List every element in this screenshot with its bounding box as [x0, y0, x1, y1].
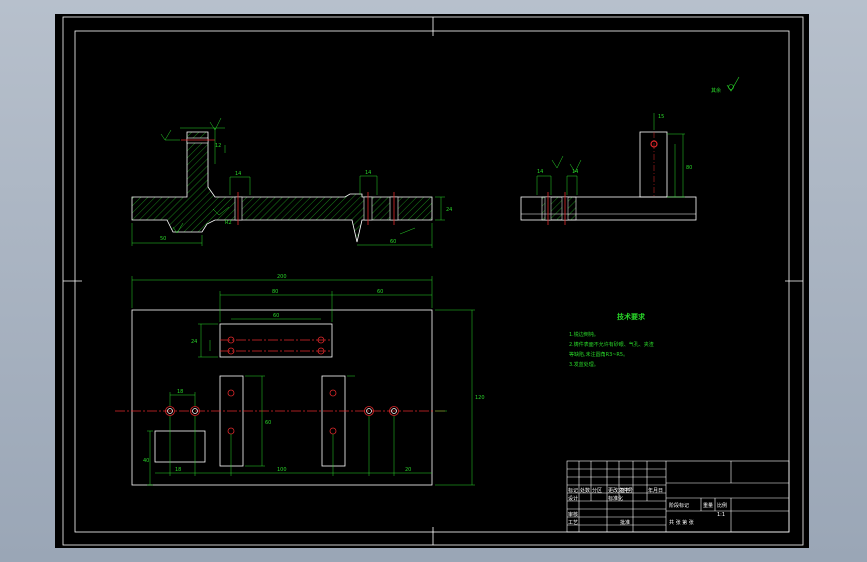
plan-view-dimensions — [131, 276, 475, 486]
svg-text:14: 14 — [537, 169, 543, 175]
svg-text:审核: 审核 — [568, 511, 578, 518]
svg-text:14: 14 — [235, 171, 241, 177]
svg-text:标记: 标记 — [568, 487, 578, 494]
svg-text:120: 120 — [475, 395, 485, 401]
svg-text:24: 24 — [446, 207, 452, 213]
plan-view — [115, 309, 445, 486]
svg-text:60: 60 — [390, 239, 396, 245]
svg-text:标准化: 标准化 — [608, 495, 623, 502]
front-section-view — [131, 131, 433, 243]
svg-text:80: 80 — [272, 289, 278, 295]
centering-marks — [63, 17, 803, 545]
side-view-dimensions — [536, 113, 685, 198]
svg-text:批准: 批准 — [620, 519, 630, 526]
svg-text:分区: 分区 — [592, 487, 602, 494]
svg-text:处数: 处数 — [580, 487, 590, 494]
svg-text:200: 200 — [277, 274, 287, 280]
cad-drawing: 14 14 50 60 24 12 R2 15 80 14 14 其余 200 … — [62, 16, 804, 546]
svg-text:80: 80 — [686, 165, 692, 171]
svg-text:60: 60 — [273, 313, 279, 319]
svg-text:设计: 设计 — [568, 495, 578, 502]
svg-text:1.锐边倒钝。: 1.锐边倒钝。 — [569, 331, 599, 338]
svg-text:工艺: 工艺 — [568, 520, 578, 526]
side-view-dim-text: 15 80 14 14 — [537, 114, 692, 175]
roughness-note: 其余 — [711, 76, 740, 94]
svg-text:15: 15 — [658, 114, 664, 120]
svg-text:18: 18 — [177, 389, 183, 395]
svg-text:签名: 签名 — [620, 487, 630, 494]
svg-text:20: 20 — [405, 467, 411, 473]
svg-text:年月日: 年月日 — [648, 487, 663, 494]
svg-text:1:1: 1:1 — [717, 512, 725, 518]
side-view — [520, 131, 697, 225]
outer-border — [62, 16, 804, 546]
svg-text:60: 60 — [265, 420, 271, 426]
plan-view-dim-text: 200 80 60 120 24 60 18 60 18 100 20 40 — [143, 274, 485, 473]
svg-text:共 张 第 张: 共 张 第 张 — [669, 519, 694, 526]
svg-text:12: 12 — [215, 143, 221, 149]
svg-text:14: 14 — [365, 170, 371, 176]
title-block-text: 标记 处数 分区 更改文件号 签名 年月日 设计 标准化 审核 工艺 批准 阶段… — [568, 487, 727, 526]
svg-text:40: 40 — [143, 458, 149, 464]
drawing-sheet: 14 14 50 60 24 12 R2 15 80 14 14 其余 200 … — [55, 14, 809, 548]
svg-text:比例: 比例 — [717, 502, 727, 509]
svg-text:等缺陷,未注圆角R3~R5。: 等缺陷,未注圆角R3~R5。 — [569, 351, 628, 358]
svg-text:100: 100 — [277, 467, 287, 473]
svg-text:技术要求: 技术要求 — [617, 312, 646, 321]
svg-text:18: 18 — [175, 467, 181, 473]
svg-text:60: 60 — [377, 289, 383, 295]
svg-text:阶段标记: 阶段标记 — [669, 502, 689, 509]
svg-text:R2: R2 — [225, 220, 232, 226]
svg-text:2.铸件表面不允许有砂眼、气孔、夹渣: 2.铸件表面不允许有砂眼、气孔、夹渣 — [569, 341, 654, 348]
svg-text:50: 50 — [160, 236, 166, 242]
svg-text:14: 14 — [572, 169, 578, 175]
svg-text:3.发蓝处理。: 3.发蓝处理。 — [569, 361, 599, 368]
svg-text:其余: 其余 — [711, 87, 721, 94]
svg-text:重量: 重量 — [703, 502, 713, 509]
technical-requirements: 技术要求 1.锐边倒钝。 2.铸件表面不允许有砂眼、气孔、夹渣 等缺陷,未注圆角… — [569, 312, 654, 368]
svg-text:24: 24 — [191, 339, 197, 345]
